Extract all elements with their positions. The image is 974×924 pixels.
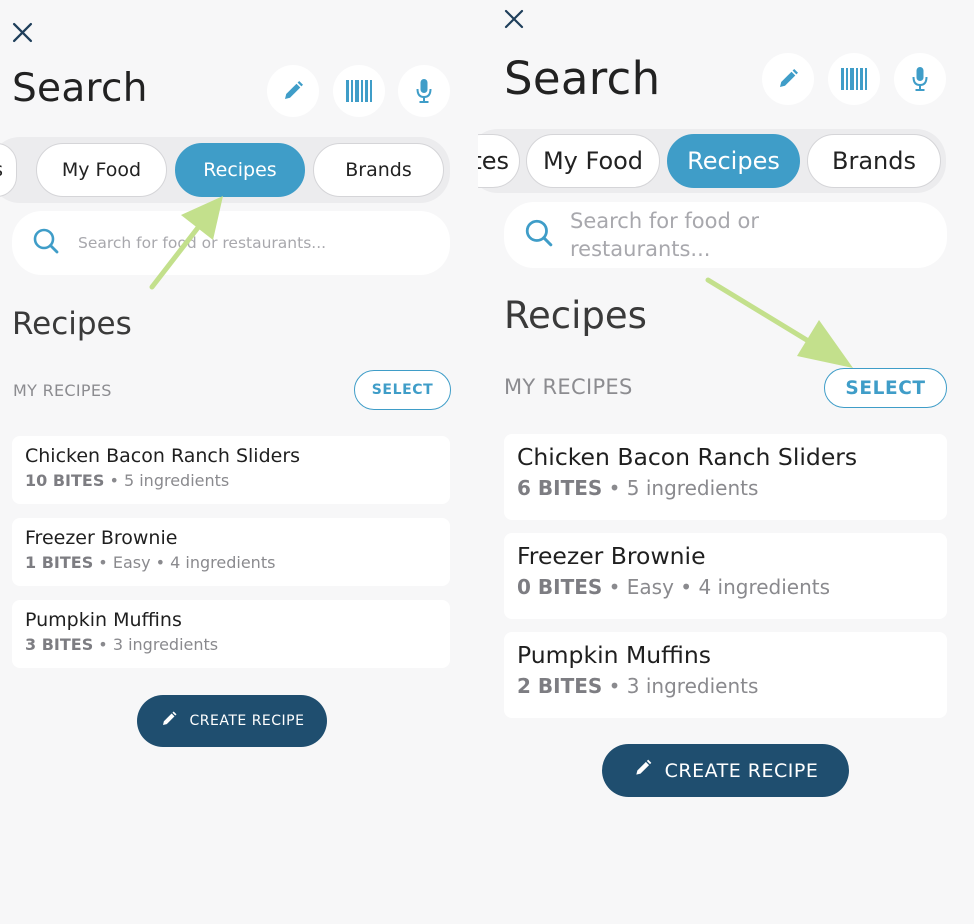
manual-entry-button[interactable] (267, 65, 319, 117)
annotation-arrow-icon (705, 277, 853, 368)
pencil-icon (160, 710, 178, 732)
recipe-name: Pumpkin Muffins (517, 641, 711, 669)
recipe-card[interactable]: Chicken Bacon Ranch Sliders 10 BITES • 5… (12, 436, 450, 504)
recipe-name: Freezer Brownie (517, 542, 706, 570)
recipe-card[interactable]: Chicken Bacon Ranch Sliders 6 BITES • 5 … (504, 434, 947, 520)
select-label: SELECT (371, 382, 434, 398)
placeholder-line: restaurants... (570, 237, 711, 261)
tab-favorites[interactable]: s (0, 143, 17, 197)
recipe-card[interactable]: Pumpkin Muffins 3 BITES • 3 ingredients (12, 600, 450, 668)
close-icon[interactable] (12, 22, 33, 43)
recipe-card[interactable]: Pumpkin Muffins 2 BITES • 3 ingredients (504, 632, 947, 718)
search-input[interactable]: Search for food or restaurants... (12, 211, 450, 275)
recipe-details: • 5 ingredients (602, 476, 759, 500)
tab-brands[interactable]: Brands (807, 134, 941, 188)
tab-brands[interactable]: Brands (313, 143, 444, 197)
tab-recipes[interactable]: Recipes (175, 143, 305, 197)
tab-label: s (0, 159, 3, 181)
manual-entry-button[interactable] (762, 53, 814, 105)
recipe-details: • 5 ingredients (104, 471, 230, 490)
page-title: Search (504, 52, 661, 105)
tab-label: My Food (61, 159, 142, 181)
section-title: Recipes (504, 294, 647, 337)
search-placeholder: Search for food or restaurants... (78, 234, 327, 252)
recipe-details: • 3 ingredients (93, 635, 219, 654)
tab-label: Recipes (687, 147, 780, 175)
tab-my-food[interactable]: My Food (36, 143, 167, 197)
tab-label: Recipes (203, 159, 277, 181)
recipe-bites: 10 BITES (25, 471, 105, 490)
recipe-meta: 3 BITES • 3 ingredients (25, 635, 437, 654)
recipe-name: Pumpkin Muffins (25, 609, 182, 631)
barcode-icon (840, 67, 868, 91)
recipe-card[interactable]: Freezer Brownie 1 BITES • Easy • 4 ingre… (12, 518, 450, 586)
recipe-details: • 3 ingredients (602, 674, 759, 698)
section-subtitle: MY RECIPES (13, 381, 112, 400)
recipe-bites: 2 BITES (517, 674, 603, 698)
search-placeholder: Search for food or restaurants... (570, 207, 759, 263)
select-button[interactable]: SELECT (824, 368, 947, 408)
barcode-scan-button[interactable] (828, 53, 880, 105)
recipe-name: Chicken Bacon Ranch Sliders (517, 443, 858, 471)
tab-label: Brands (345, 159, 412, 181)
recipe-meta: 2 BITES • 3 ingredients (517, 674, 934, 698)
category-tabs: s My Food Recipes Brands (0, 137, 450, 203)
recipe-meta: 1 BITES • Easy • 4 ingredients (25, 553, 437, 572)
search-icon (524, 218, 554, 252)
create-recipe-label: CREATE RECIPE (664, 759, 819, 782)
create-recipe-button[interactable]: CREATE RECIPE (137, 695, 327, 747)
pencil-icon (776, 67, 800, 91)
voice-search-button[interactable] (398, 65, 450, 117)
recipe-bites: 1 BITES (25, 553, 94, 572)
search-input[interactable]: Search for food or restaurants... (504, 202, 947, 268)
create-recipe-button[interactable]: CREATE RECIPE (602, 744, 849, 797)
recipe-name: Freezer Brownie (25, 527, 178, 549)
search-icon (32, 227, 60, 259)
barcode-icon (345, 79, 373, 103)
recipe-bites: 6 BITES (517, 476, 603, 500)
microphone-icon (911, 66, 929, 92)
pencil-icon (281, 79, 305, 103)
recipe-card[interactable]: Freezer Brownie 0 BITES • Easy • 4 ingre… (504, 533, 947, 619)
recipe-details: • Easy • 4 ingredients (93, 553, 276, 572)
select-label: SELECT (845, 377, 926, 399)
tab-label: tes (478, 147, 509, 175)
section-subtitle: MY RECIPES (504, 375, 633, 399)
microphone-icon (415, 78, 433, 104)
right-screenshot-panel: Search tes My Food Recipes Brands Search… (478, 0, 974, 924)
voice-search-button[interactable] (894, 53, 946, 105)
tab-label: My Food (542, 147, 644, 175)
placeholder-line: Search for food or (570, 209, 759, 233)
left-screenshot-panel: Search s My Food Recipes Brands Search f… (0, 0, 478, 924)
tab-label: Brands (832, 147, 916, 175)
pencil-icon (633, 758, 653, 783)
recipe-name: Chicken Bacon Ranch Sliders (25, 445, 301, 467)
select-button[interactable]: SELECT (354, 370, 451, 410)
category-tabs: tes My Food Recipes Brands (478, 129, 946, 193)
tab-my-food[interactable]: My Food (526, 134, 660, 188)
recipe-bites: 0 BITES (517, 575, 603, 599)
recipe-bites: 3 BITES (25, 635, 94, 654)
section-title: Recipes (12, 306, 132, 342)
recipe-meta: 10 BITES • 5 ingredients (25, 471, 437, 490)
recipe-details: • Easy • 4 ingredients (602, 575, 831, 599)
recipe-meta: 0 BITES • Easy • 4 ingredients (517, 575, 934, 599)
close-icon[interactable] (504, 9, 524, 29)
create-recipe-label: CREATE RECIPE (189, 713, 305, 729)
tab-recipes[interactable]: Recipes (667, 134, 800, 188)
tab-favorites[interactable]: tes (478, 134, 520, 188)
barcode-scan-button[interactable] (333, 65, 385, 117)
recipe-meta: 6 BITES • 5 ingredients (517, 476, 934, 500)
page-title: Search (12, 66, 148, 111)
